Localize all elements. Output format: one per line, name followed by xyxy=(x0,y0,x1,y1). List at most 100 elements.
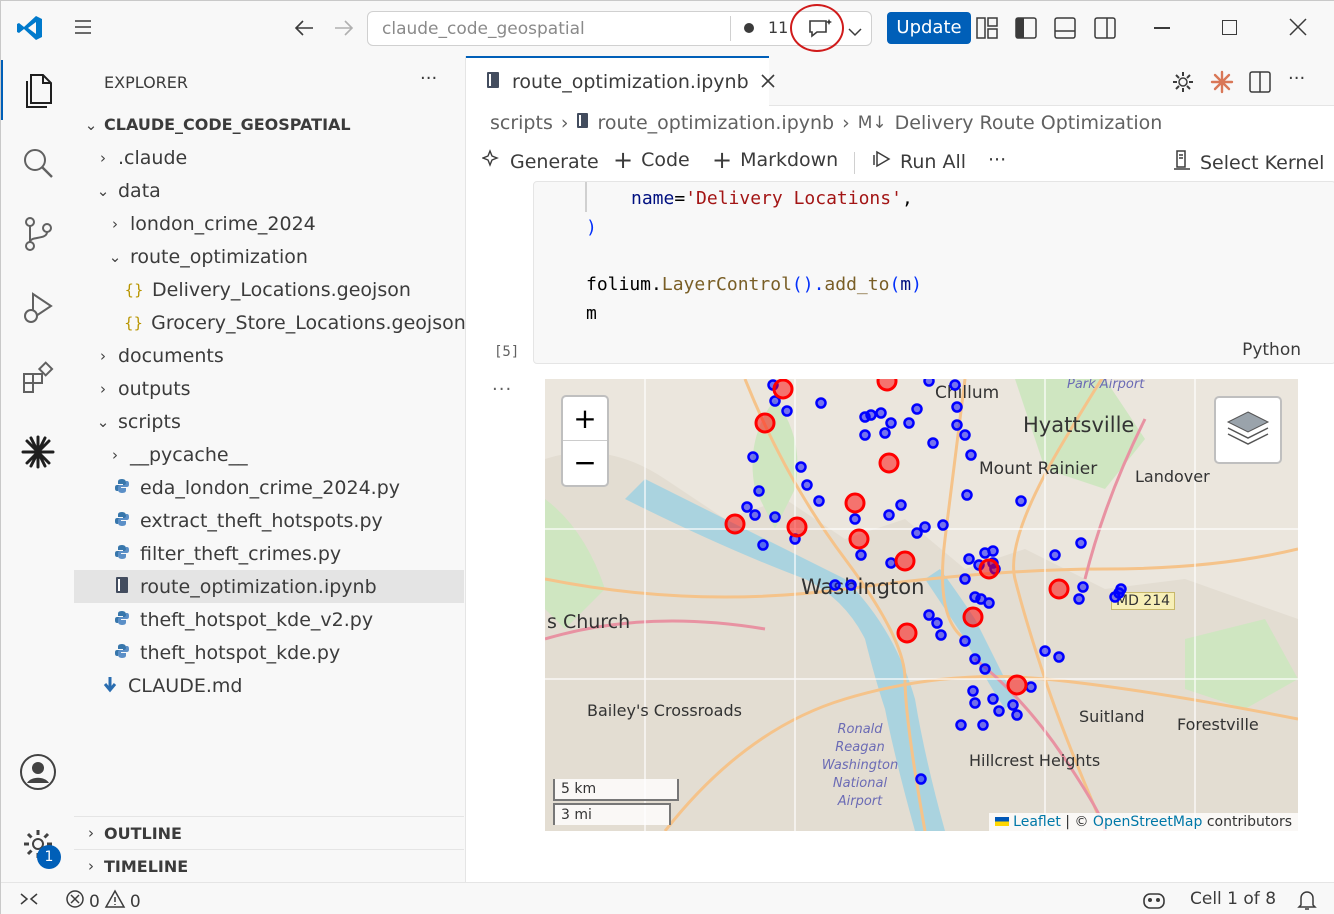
delivery-marker[interactable] xyxy=(1075,537,1087,549)
customize-layout-icon[interactable] xyxy=(976,17,998,43)
delivery-marker[interactable] xyxy=(753,485,765,497)
delivery-marker[interactable] xyxy=(979,663,991,675)
grocery-marker[interactable] xyxy=(978,558,1000,580)
delivery-marker[interactable] xyxy=(749,509,761,521)
delivery-marker[interactable] xyxy=(967,685,979,697)
delivery-marker[interactable] xyxy=(969,653,981,665)
toggle-primary-sidebar-icon[interactable] xyxy=(1015,17,1037,43)
outline-section[interactable]: › OUTLINE xyxy=(74,816,464,849)
close-icon[interactable] xyxy=(1289,18,1307,40)
update-button[interactable]: Update xyxy=(887,12,971,44)
bell-icon[interactable] xyxy=(1297,889,1317,914)
tree-file[interactable]: theft_hotspot_kde.py xyxy=(74,636,464,669)
source-control-icon[interactable] xyxy=(1,204,74,264)
delivery-marker[interactable] xyxy=(1077,581,1089,593)
grocery-marker[interactable] xyxy=(962,606,984,628)
delivery-marker[interactable] xyxy=(1025,681,1037,693)
tree-folder[interactable]: › london_crime_2024 xyxy=(74,207,464,240)
breadcrumb-heading[interactable]: Delivery Route Optimization xyxy=(895,112,1163,134)
delivery-marker[interactable] xyxy=(859,429,871,441)
grocery-marker[interactable] xyxy=(878,452,900,474)
output-more-button[interactable]: ··· xyxy=(492,379,512,400)
tree-file[interactable]: route_optimization.ipynb xyxy=(74,570,464,603)
delivery-marker[interactable] xyxy=(959,573,971,585)
delivery-marker[interactable] xyxy=(845,579,857,591)
account-icon[interactable] xyxy=(1,742,74,802)
editor-more-button[interactable]: ··· xyxy=(1288,68,1305,89)
search-icon[interactable] xyxy=(1,133,74,193)
extensions-icon[interactable] xyxy=(1,348,74,408)
split-editor-icon[interactable] xyxy=(1249,71,1271,97)
tree-file[interactable]: filter_theft_crimes.py xyxy=(74,537,464,570)
delivery-marker[interactable] xyxy=(795,461,807,473)
delivery-marker[interactable] xyxy=(849,513,861,525)
cell-language[interactable]: Python xyxy=(1242,340,1301,360)
add-code-button[interactable]: + Code xyxy=(613,148,690,172)
tree-folder[interactable]: › outputs xyxy=(74,372,464,405)
delivery-marker[interactable] xyxy=(885,417,897,429)
delivery-marker[interactable] xyxy=(915,773,927,785)
grocery-marker[interactable] xyxy=(754,412,776,434)
delivery-marker[interactable] xyxy=(919,521,931,533)
delivery-marker[interactable] xyxy=(959,635,971,647)
menu-icon[interactable] xyxy=(73,17,93,41)
timeline-section[interactable]: › TIMELINE xyxy=(74,849,464,882)
delivery-marker[interactable] xyxy=(879,427,891,439)
delivery-marker[interactable] xyxy=(965,449,977,461)
delivery-marker[interactable] xyxy=(813,495,825,507)
delivery-marker[interactable] xyxy=(883,509,895,521)
delivery-marker[interactable] xyxy=(1015,495,1027,507)
delivery-marker[interactable] xyxy=(801,479,813,491)
grocery-marker[interactable] xyxy=(772,379,794,400)
generate-button[interactable]: Generate xyxy=(481,149,599,174)
claude-spark-icon[interactable] xyxy=(1210,70,1234,98)
toggle-secondary-sidebar-icon[interactable] xyxy=(1094,17,1116,43)
delivery-marker[interactable] xyxy=(987,545,999,557)
delivery-marker[interactable] xyxy=(769,511,781,523)
delivery-marker[interactable] xyxy=(1053,651,1065,663)
back-arrow-icon[interactable] xyxy=(293,17,315,43)
folium-map[interactable]: Chillum Hyattsville Mount Rainier Landov… xyxy=(545,379,1298,831)
delivery-marker[interactable] xyxy=(875,407,887,419)
delivery-marker[interactable] xyxy=(931,617,943,629)
settings-gear-icon[interactable] xyxy=(1172,71,1194,97)
tree-file[interactable]: {} Grocery_Store_Locations.geojson xyxy=(74,306,466,339)
cell-info[interactable]: Cell 1 of 8 xyxy=(1190,889,1276,909)
sidebar-more-button[interactable]: ··· xyxy=(420,68,437,89)
tree-folder[interactable]: ⌄ data xyxy=(74,174,464,207)
tree-file[interactable]: {} Delivery_Locations.geojson xyxy=(74,273,464,306)
delivery-marker[interactable] xyxy=(865,409,877,421)
workspace-root[interactable]: ⌄ CLAUDE_CODE_GEOSPATIAL xyxy=(74,108,464,141)
grocery-marker[interactable] xyxy=(844,492,866,514)
delivery-marker[interactable] xyxy=(1039,645,1051,657)
delivery-marker[interactable] xyxy=(993,705,1005,717)
minimize-icon[interactable] xyxy=(1154,27,1170,29)
tree-file[interactable]: extract_theft_hotspots.py xyxy=(74,504,464,537)
run-all-button[interactable]: Run All xyxy=(872,149,966,174)
tree-file[interactable]: eda_london_crime_2024.py xyxy=(74,471,464,504)
delivery-marker[interactable] xyxy=(815,397,827,409)
tree-folder[interactable]: › documents xyxy=(74,339,464,372)
delivery-marker[interactable] xyxy=(1049,549,1061,561)
grocery-marker[interactable] xyxy=(786,516,808,538)
toggle-panel-icon[interactable] xyxy=(1054,17,1076,43)
copilot-icon[interactable] xyxy=(1141,889,1167,914)
delivery-marker[interactable] xyxy=(829,579,841,591)
close-tab-icon[interactable] xyxy=(761,73,775,92)
tree-file[interactable]: theft_hotspot_kde_v2.py xyxy=(74,603,464,636)
delivery-marker[interactable] xyxy=(757,539,769,551)
layers-control-button[interactable] xyxy=(1214,396,1282,464)
delivery-marker[interactable] xyxy=(987,693,999,705)
toolbar-more-button[interactable]: ··· xyxy=(988,149,1006,171)
delivery-marker[interactable] xyxy=(923,379,935,387)
explorer-icon[interactable] xyxy=(1,60,74,120)
delivery-marker[interactable] xyxy=(937,519,949,531)
delivery-marker[interactable] xyxy=(983,597,995,609)
delivery-marker[interactable] xyxy=(949,379,961,391)
command-center-search[interactable]: claude_code_geospatial 11 xyxy=(367,4,872,52)
delivery-marker[interactable] xyxy=(923,609,935,621)
tree-folder[interactable]: › __pycache__ xyxy=(74,438,464,471)
tree-folder[interactable]: ⌄ scripts xyxy=(74,405,464,438)
select-kernel-button[interactable]: Select Kernel xyxy=(1172,149,1324,176)
delivery-marker[interactable] xyxy=(747,451,759,463)
